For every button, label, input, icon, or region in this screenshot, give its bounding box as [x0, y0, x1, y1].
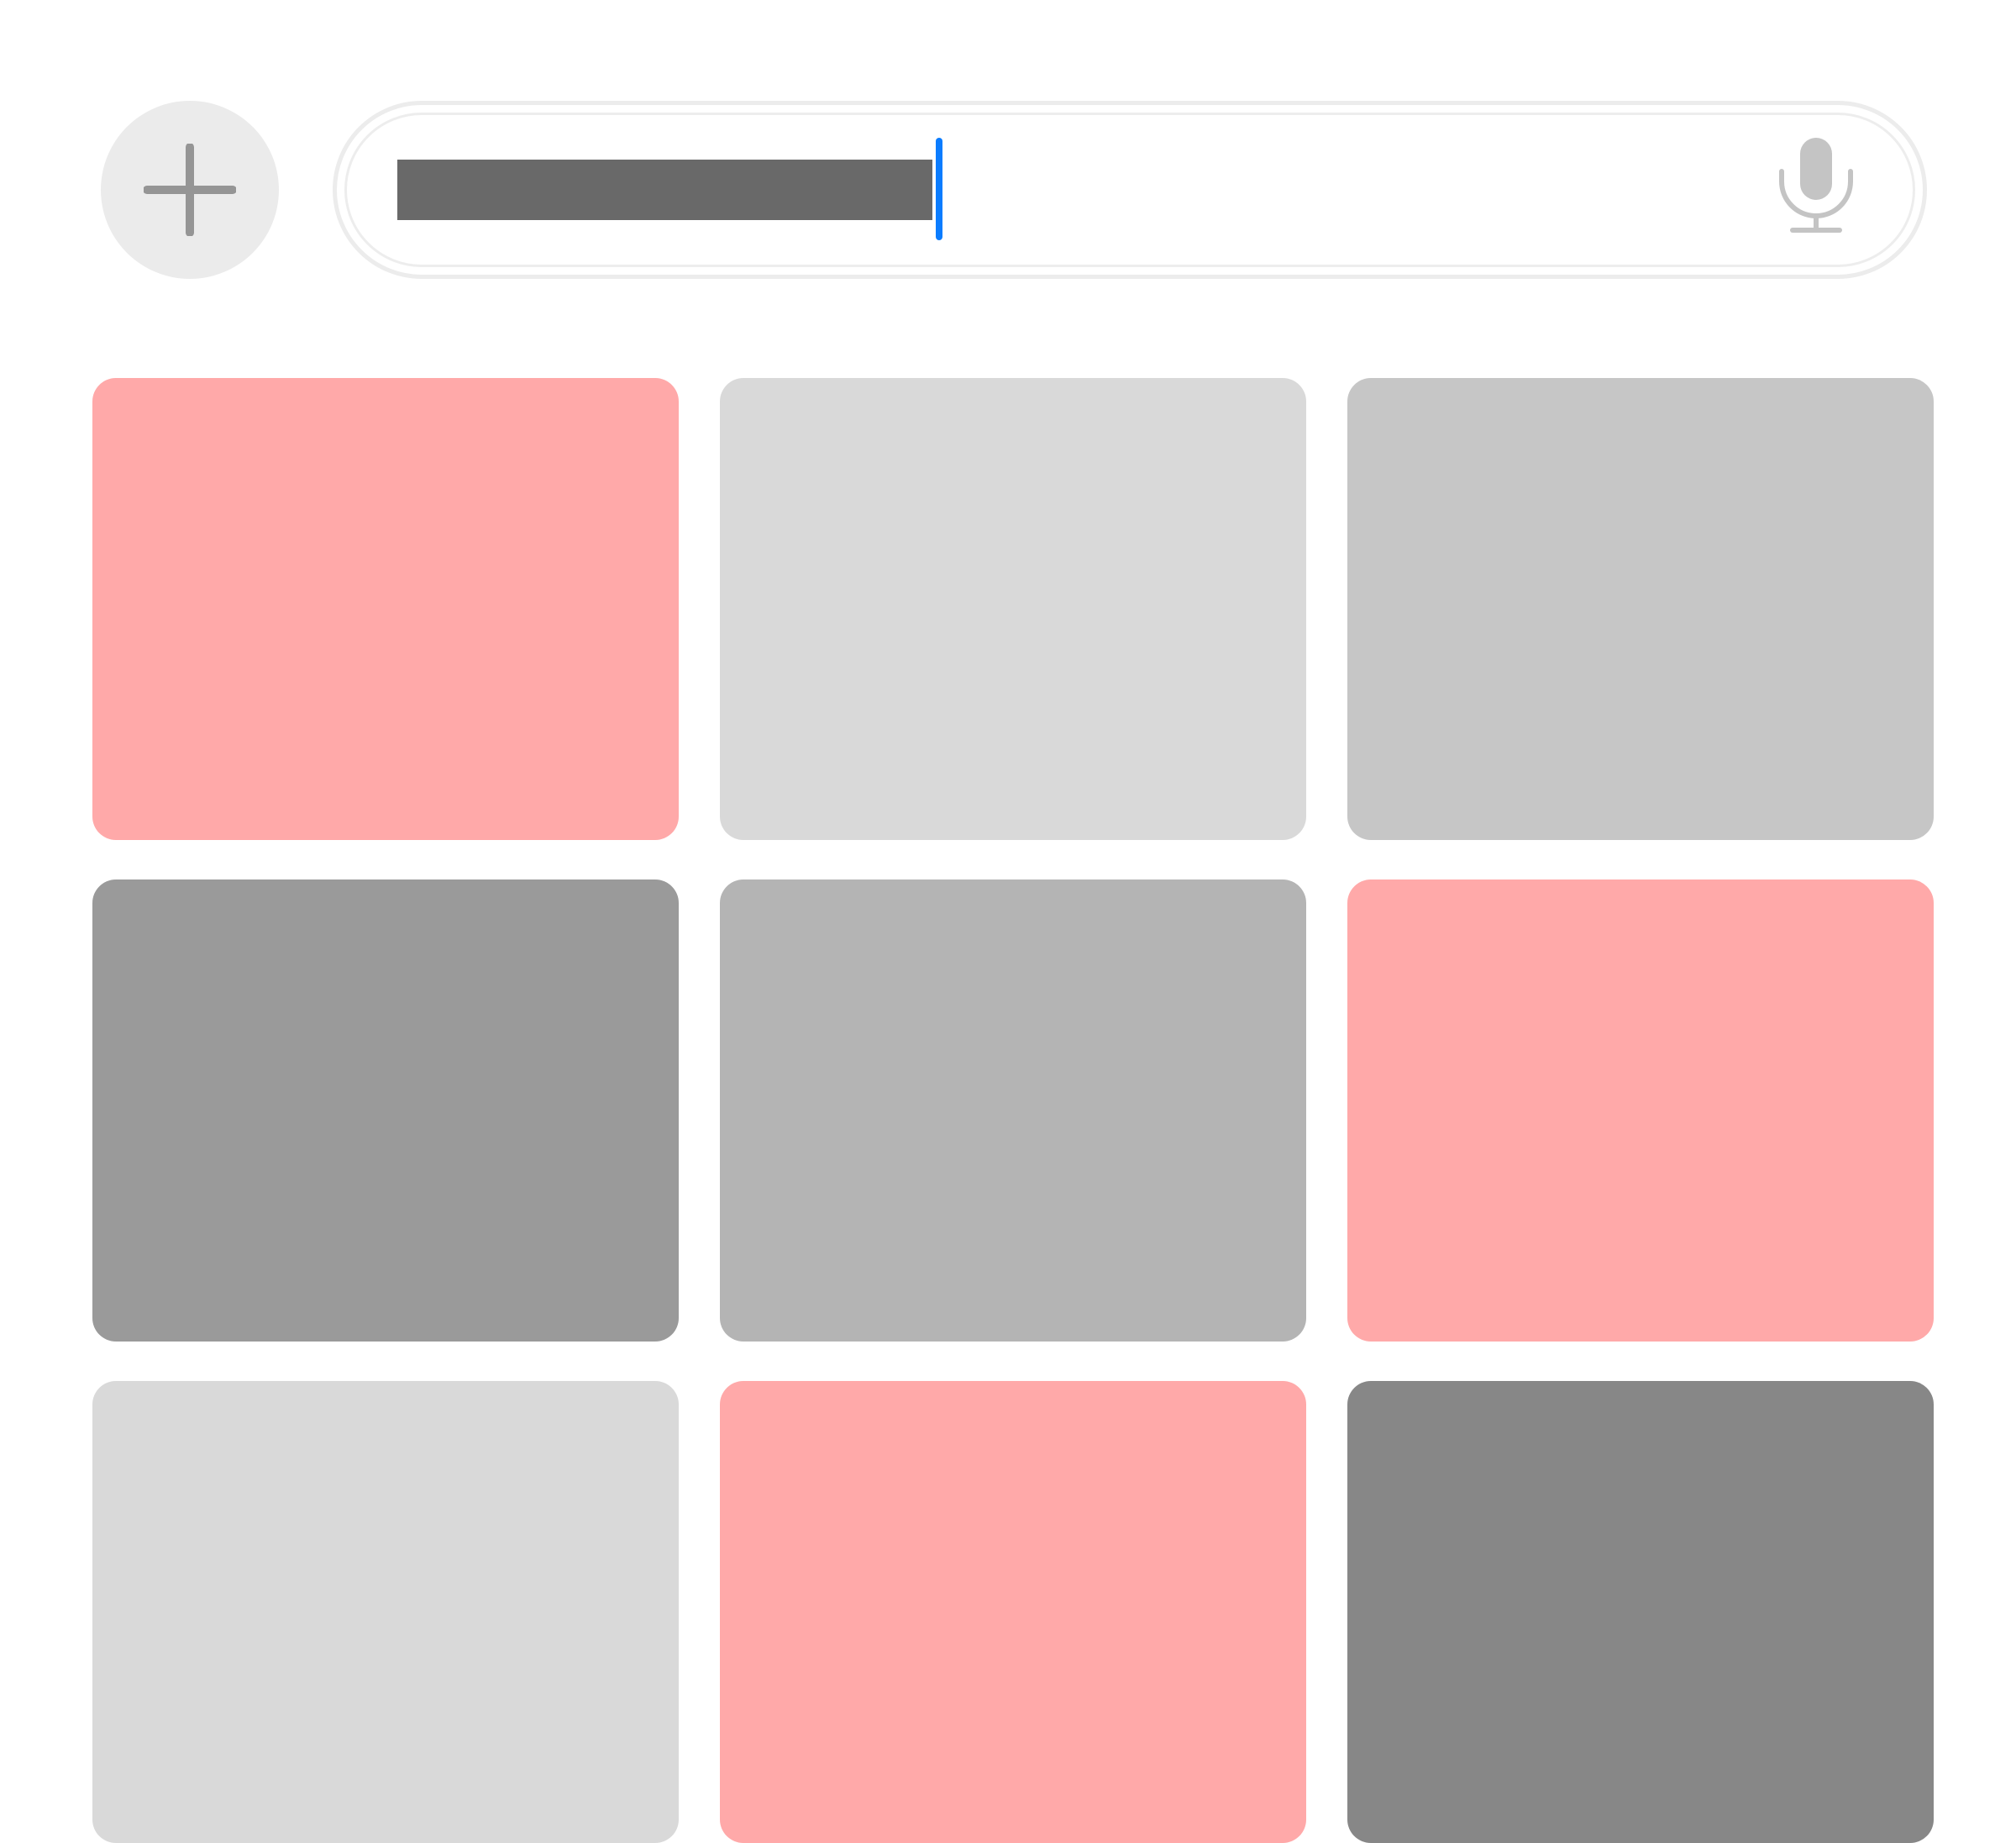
tile-grid [92, 378, 1934, 1843]
tile-9[interactable] [1347, 1381, 1934, 1843]
tile-3[interactable] [1347, 378, 1934, 840]
tile-2[interactable] [720, 378, 1306, 840]
tile-7[interactable] [92, 1381, 679, 1843]
tile-4[interactable] [92, 879, 679, 1342]
microphone-icon [1779, 138, 1853, 233]
text-caret [936, 138, 942, 240]
plus-icon [144, 144, 236, 236]
microphone-button[interactable] [1776, 134, 1856, 240]
tile-5[interactable] [720, 879, 1306, 1342]
search-input[interactable] [397, 160, 932, 220]
tile-1[interactable] [92, 378, 679, 840]
tile-6[interactable] [1347, 879, 1934, 1342]
tile-8[interactable] [720, 1381, 1306, 1843]
add-button[interactable] [101, 101, 279, 279]
